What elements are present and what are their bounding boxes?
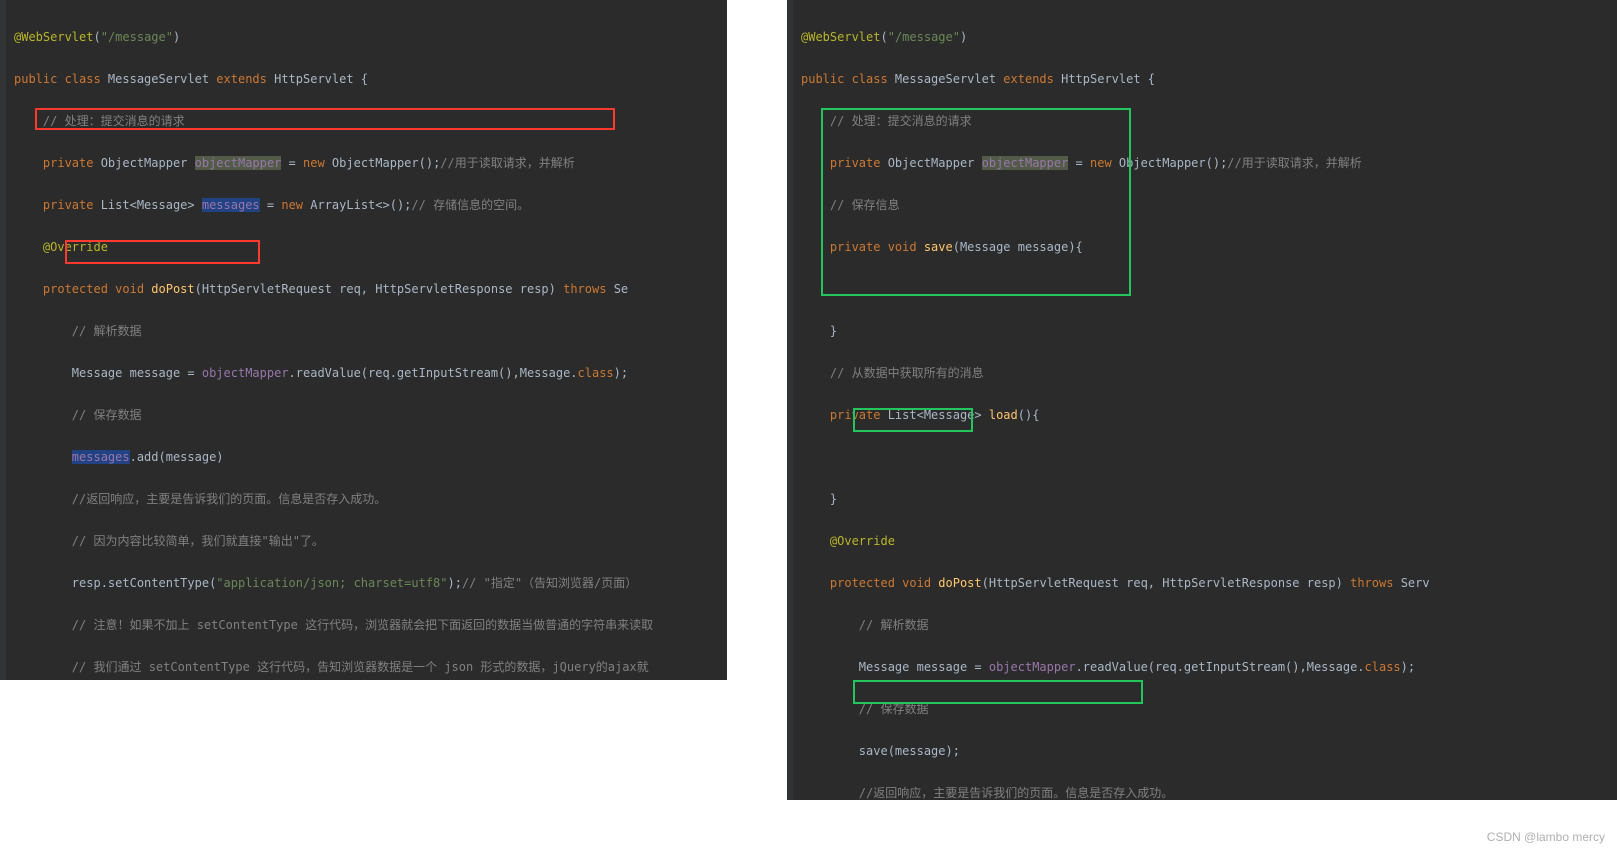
code-right[interactable]: @WebServlet("/message") public class Mes… bbox=[787, 0, 1617, 800]
code-editor-left[interactable]: @WebServlet("/message") public class Mes… bbox=[0, 0, 727, 680]
watermark-text: CSDN @lambo mercy bbox=[1487, 827, 1605, 848]
diff-container: @WebServlet("/message") public class Mes… bbox=[0, 0, 1617, 800]
code-editor-right[interactable]: @WebServlet("/message") public class Mes… bbox=[787, 0, 1617, 800]
code-left[interactable]: @WebServlet("/message") public class Mes… bbox=[0, 0, 727, 680]
gutter-right bbox=[787, 0, 793, 800]
gutter-left bbox=[0, 0, 6, 680]
